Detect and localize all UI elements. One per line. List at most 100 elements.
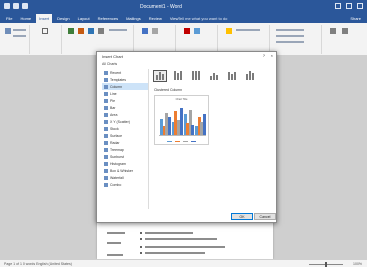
tab-insert[interactable]: Insert [36, 14, 53, 23]
redo-icon[interactable] [22, 3, 28, 9]
chart-type-icon [104, 168, 108, 173]
chart-type-item[interactable]: Line [102, 90, 148, 97]
ribbon-group-tables [32, 25, 62, 54]
window-title: Document1 - Word [140, 4, 182, 10]
preview-chart-title: Chart Title [175, 98, 188, 101]
chart-type-item[interactable]: Histogram [102, 160, 148, 167]
chart-type-icon [104, 126, 108, 131]
ribbon-group-media [178, 25, 218, 54]
chart-type-label: Pie [110, 98, 116, 103]
pictures-icon[interactable] [68, 28, 74, 34]
tab-home[interactable]: Home [17, 14, 34, 23]
preview-bar [203, 114, 207, 135]
ok-button[interactable]: OK [231, 213, 253, 220]
chart-type-icon [104, 147, 108, 152]
chart-icon[interactable] [98, 28, 104, 34]
chart-type-item[interactable]: Recent [102, 69, 148, 76]
close-window-button[interactable] [357, 3, 363, 9]
subtype-clustered-column[interactable] [153, 70, 167, 82]
chart-type-item[interactable]: Bar [102, 104, 148, 111]
chart-type-label: Stock [110, 126, 119, 131]
chart-type-label: Templates [110, 77, 126, 82]
chart-type-item[interactable]: Combo [102, 181, 148, 188]
save-icon[interactable] [4, 3, 10, 9]
chart-type-item[interactable]: Surface [102, 132, 148, 139]
shapes-icon[interactable] [78, 28, 84, 34]
ribbon-control[interactable] [109, 29, 127, 31]
help-icon[interactable]: ? [263, 53, 265, 58]
chart-type-item[interactable]: Box & Whisker [102, 167, 148, 174]
cancel-button[interactable]: Cancel [254, 213, 276, 220]
chart-type-item[interactable]: Waterfall [102, 174, 148, 181]
tab-design[interactable]: Design [54, 14, 72, 23]
online-video-icon[interactable] [184, 28, 190, 34]
ribbon-control[interactable] [13, 35, 26, 37]
page-text-line [107, 254, 123, 256]
tab-mailings[interactable]: Mailings [123, 14, 144, 23]
chart-type-item[interactable]: Radar [102, 139, 148, 146]
chart-type-item[interactable]: Column [102, 83, 148, 90]
close-icon[interactable]: × [271, 53, 273, 58]
chart-type-item[interactable]: Sunburst [102, 153, 148, 160]
store-icon[interactable] [142, 28, 148, 34]
chart-type-icon [104, 140, 108, 145]
zoom-level[interactable]: 100% [353, 262, 362, 266]
symbol-icon[interactable] [342, 28, 348, 34]
page-text-line [145, 232, 193, 234]
ribbon-group-illustrations [64, 25, 134, 54]
cover-page-icon[interactable] [5, 28, 11, 34]
subtype-stacked-column[interactable] [171, 70, 185, 82]
ribbon-control[interactable] [236, 29, 260, 31]
subtype-3d-column[interactable] [243, 70, 257, 82]
zoom-thumb[interactable] [325, 262, 327, 267]
chart-type-icon [104, 98, 108, 103]
chart-type-label: Line [110, 91, 117, 96]
chart-type-item[interactable]: Pie [102, 97, 148, 104]
subtype-3d-clustered-column[interactable] [207, 70, 221, 82]
equation-icon[interactable] [330, 28, 336, 34]
subtype-100-stacked-column[interactable] [189, 70, 203, 82]
page-text-line [145, 246, 225, 248]
undo-icon[interactable] [13, 3, 19, 9]
share-button[interactable]: Share [350, 16, 361, 21]
ribbon-group-header-footer [272, 25, 322, 54]
title-bar: Document1 - Word [0, 0, 367, 14]
tab-review[interactable]: Review [146, 14, 165, 23]
chart-type-item[interactable]: Stock [102, 125, 148, 132]
ribbon-control[interactable] [13, 29, 26, 31]
quick-access-toolbar [4, 3, 28, 9]
ribbon-control[interactable] [276, 29, 304, 31]
ribbon-control[interactable] [276, 35, 304, 37]
ribbon-group-addins [136, 25, 176, 54]
minimize-button[interactable] [335, 3, 341, 9]
my-addins-icon[interactable] [152, 28, 158, 34]
all-charts-tab[interactable]: All Charts [102, 62, 117, 66]
chart-preview[interactable]: Chart Title [154, 95, 209, 145]
bullet [140, 238, 142, 240]
link-icon[interactable] [194, 28, 200, 34]
subtype-3d-stacked-column[interactable] [225, 70, 239, 82]
chart-type-item[interactable]: Templates [102, 76, 148, 83]
chart-type-icon [104, 84, 108, 89]
chart-type-label: Area [110, 112, 118, 117]
status-text: Page 1 of 1 0 words English (United Stat… [4, 262, 72, 266]
tab-layout[interactable]: Layout [75, 14, 93, 23]
table-icon[interactable] [42, 28, 48, 34]
smartart-icon[interactable] [88, 28, 94, 34]
chart-type-item[interactable]: X Y (Scatter) [102, 118, 148, 125]
tell-me-box[interactable]: Tell me what you want to do [178, 16, 227, 21]
comment-icon[interactable] [226, 28, 232, 34]
chart-type-item[interactable]: Treemap [102, 146, 148, 153]
chart-type-list: Recent Templates Column Line Pie Bar Area X Y (… [102, 69, 149, 209]
page-text-line [107, 242, 121, 244]
chart-type-item[interactable]: Area [102, 111, 148, 118]
chart-subtype-gallery [153, 70, 257, 82]
maximize-button[interactable] [346, 3, 352, 9]
ribbon-control[interactable] [276, 41, 304, 43]
bullet [140, 246, 142, 248]
tab-file[interactable]: File [3, 14, 15, 23]
chart-type-icon [104, 119, 108, 124]
chart-type-label: Bar [110, 105, 116, 110]
tab-references[interactable]: References [95, 14, 121, 23]
chart-type-label: Combo [110, 182, 122, 187]
